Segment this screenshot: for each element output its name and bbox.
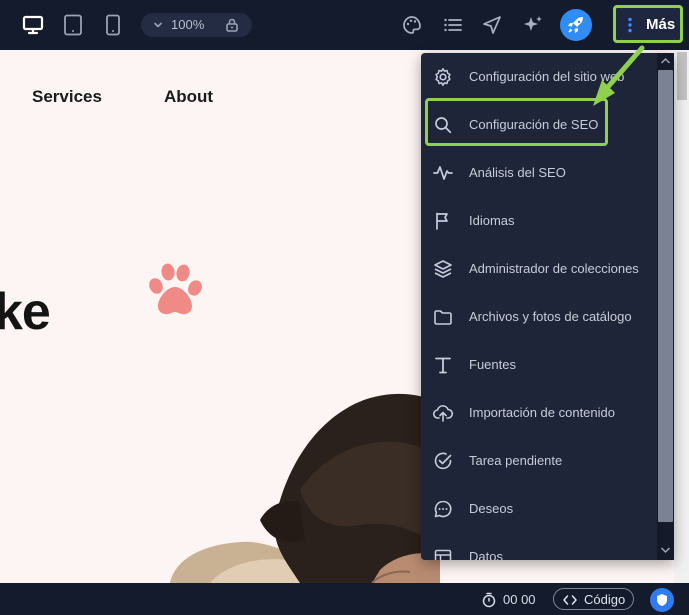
menu-item-data[interactable]: Datos (421, 533, 657, 560)
menu-item-seo-analysis[interactable]: Análisis del SEO (421, 149, 657, 197)
menu-item-content-import[interactable]: Importación de contenido (421, 389, 657, 437)
menu-item-label: Importación de contenido (469, 405, 615, 420)
scroll-down-icon[interactable] (660, 545, 671, 555)
navigate-icon[interactable] (482, 15, 502, 35)
code-button-label: Código (584, 592, 626, 607)
menu-item-label: Administrador de colecciones (469, 261, 639, 276)
mobile-icon[interactable] (105, 14, 121, 36)
highlight-box (425, 98, 608, 146)
gear-icon (435, 68, 451, 86)
menu-item-fonts[interactable]: Fuentes (421, 341, 657, 389)
sparkle-icon[interactable] (522, 14, 544, 36)
menu-item-label: Configuración del sitio web (469, 69, 625, 84)
bottom-bar: 00 00 Código (0, 583, 689, 615)
lock-icon[interactable] (224, 17, 240, 33)
top-toolbar: 100% Más (0, 0, 689, 50)
menu-item-label: Idiomas (469, 213, 515, 228)
palette-icon[interactable] (402, 15, 422, 35)
menu-item-languages[interactable]: Idiomas (421, 197, 657, 245)
menu-item-label: Datos (469, 549, 503, 560)
timer-icon (482, 592, 496, 608)
text-icon (435, 357, 451, 374)
menu-item-site-settings[interactable]: Configuración del sitio web (421, 53, 657, 101)
chat-icon (434, 500, 452, 518)
scroll-up-icon[interactable] (660, 56, 671, 66)
timer-value: 00 00 (503, 592, 536, 607)
layers-icon (434, 260, 452, 278)
folder-icon (434, 310, 452, 325)
page-scrollbar[interactable] (674, 50, 689, 583)
menu-item-collections[interactable]: Administrador de colecciones (421, 245, 657, 293)
menu-scrollbar-thumb[interactable] (658, 70, 673, 522)
menu-item-files-photos[interactable]: Archivos y fotos de catálogo (421, 293, 657, 341)
menu-item-label: Fuentes (469, 357, 516, 372)
zoom-control[interactable]: 100% (141, 13, 252, 37)
more-button-label: Más (646, 16, 676, 33)
rocket-icon[interactable] (560, 9, 592, 41)
shield-icon[interactable] (650, 588, 674, 612)
more-button[interactable]: Más (613, 5, 683, 43)
page-scrollbar-thumb[interactable] (677, 52, 687, 100)
menu-item-label: Archivos y fotos de catálogo (469, 309, 632, 324)
menu-item-label: Deseos (469, 501, 514, 516)
cloud-upload-icon (433, 405, 453, 422)
code-button[interactable]: Código (553, 588, 634, 610)
flag-icon (436, 212, 448, 230)
tablet-icon[interactable] (63, 14, 83, 36)
desktop-icon[interactable] (22, 14, 44, 36)
table-icon (434, 549, 452, 560)
menu-item-wishes[interactable]: Deseos (421, 485, 657, 533)
menu-item-label: Tarea pendiente (469, 453, 563, 468)
check-circle-icon (434, 452, 452, 470)
more-vertical-icon (628, 17, 632, 33)
code-icon (563, 595, 577, 605)
menu-item-pending-task[interactable]: Tarea pendiente (421, 437, 657, 485)
chevron-down-icon (154, 22, 162, 28)
pulse-icon (433, 166, 453, 180)
list-icon[interactable] (443, 15, 463, 35)
menu-item-label: Análisis del SEO (469, 165, 566, 180)
zoom-value: 100% (171, 17, 205, 32)
